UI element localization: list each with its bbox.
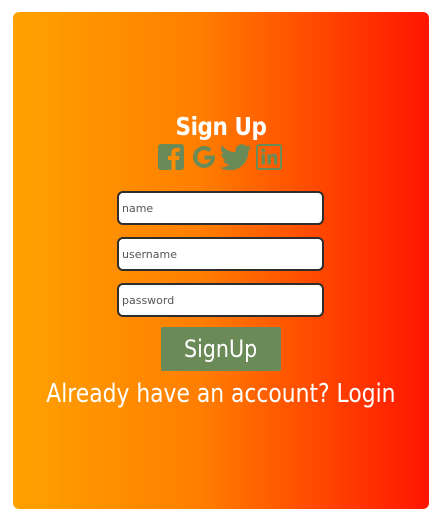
signup-card: Sign Up name username SignUp Already hav…	[13, 12, 429, 509]
google-icon[interactable]	[191, 144, 217, 172]
login-link[interactable]: Already have an account? Login	[13, 379, 429, 409]
login-link-label: Already have an account? Login	[46, 379, 396, 409]
twitter-icon[interactable]	[220, 144, 252, 172]
linkedin-icon[interactable]	[256, 144, 284, 172]
social-login-row	[158, 144, 284, 174]
signup-button[interactable]: SignUp	[161, 327, 281, 371]
page-title: Sign Up	[175, 112, 267, 141]
name-input[interactable]	[117, 191, 324, 225]
password-input[interactable]	[117, 283, 324, 317]
facebook-icon[interactable]	[158, 144, 186, 172]
signup-button-label: SignUp	[184, 335, 258, 363]
username-input[interactable]	[117, 237, 324, 271]
